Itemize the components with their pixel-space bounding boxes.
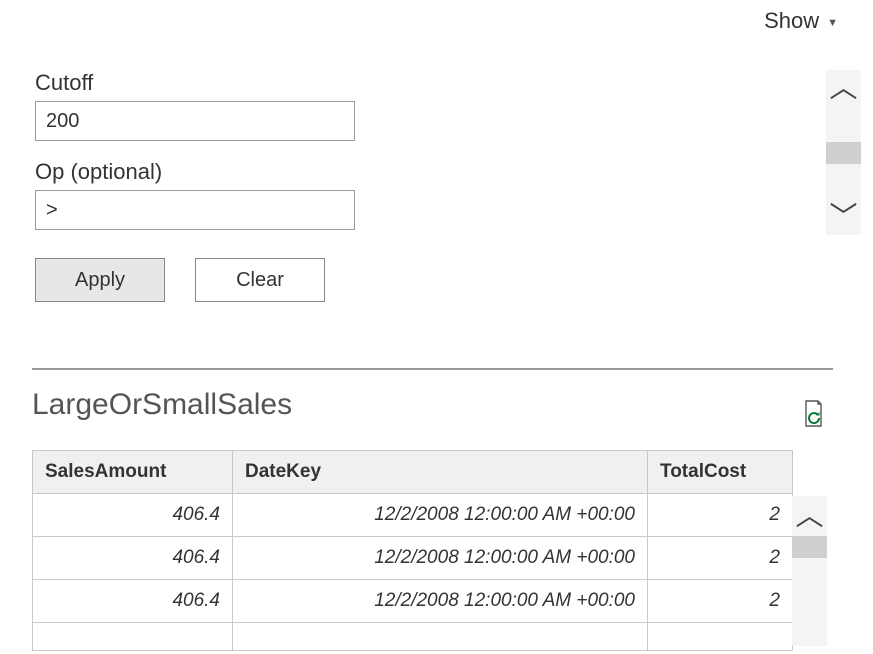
show-menu[interactable]: Show ▼ — [764, 8, 838, 34]
cell-salesamount: 406.4 — [33, 494, 233, 537]
cell-totalcost: 2 — [648, 580, 793, 623]
refresh-icon[interactable] — [801, 400, 825, 428]
scroll-up-icon[interactable]: ︿ — [795, 502, 823, 530]
op-label: Op (optional) — [35, 159, 815, 185]
table-row[interactable]: 406.4 12/2/2008 12:00:00 AM +00:00 2 — [33, 537, 793, 580]
op-input[interactable] — [35, 190, 355, 230]
col-header-datekey[interactable]: DateKey — [233, 451, 648, 494]
table-row[interactable]: 406.4 12/2/2008 12:00:00 AM +00:00 2 — [33, 580, 793, 623]
scroll-thumb[interactable] — [792, 536, 827, 558]
table-row — [33, 623, 793, 651]
table-row[interactable]: 406.4 12/2/2008 12:00:00 AM +00:00 2 — [33, 494, 793, 537]
section-divider — [32, 368, 833, 370]
cell-datekey: 12/2/2008 12:00:00 AM +00:00 — [233, 537, 648, 580]
apply-button[interactable]: Apply — [35, 258, 165, 302]
scroll-down-icon[interactable]: ﹀ — [829, 203, 857, 231]
clear-button[interactable]: Clear — [195, 258, 325, 302]
cell-salesamount: 406.4 — [33, 580, 233, 623]
scroll-thumb[interactable] — [826, 142, 861, 164]
chevron-down-icon: ▼ — [827, 17, 838, 29]
cell-datekey: 12/2/2008 12:00:00 AM +00:00 — [233, 494, 648, 537]
result-title: LargeOrSmallSales — [32, 388, 292, 422]
cell-totalcost: 2 — [648, 494, 793, 537]
cell-datekey: 12/2/2008 12:00:00 AM +00:00 — [233, 580, 648, 623]
cutoff-label: Cutoff — [35, 70, 815, 96]
params-scrollbar[interactable]: ︿ ﹀ — [826, 70, 861, 235]
cell-totalcost: 2 — [648, 537, 793, 580]
table-scrollbar[interactable]: ︿ — [792, 496, 827, 646]
col-header-salesamount[interactable]: SalesAmount — [33, 451, 233, 494]
cutoff-input[interactable] — [35, 101, 355, 141]
col-header-totalcost[interactable]: TotalCost — [648, 451, 793, 494]
table-header-row: SalesAmount DateKey TotalCost — [33, 451, 793, 494]
result-table: SalesAmount DateKey TotalCost 406.4 12/2… — [32, 450, 793, 651]
show-menu-label: Show — [764, 8, 819, 34]
scroll-up-icon[interactable]: ︿ — [829, 74, 857, 102]
cell-salesamount: 406.4 — [33, 537, 233, 580]
